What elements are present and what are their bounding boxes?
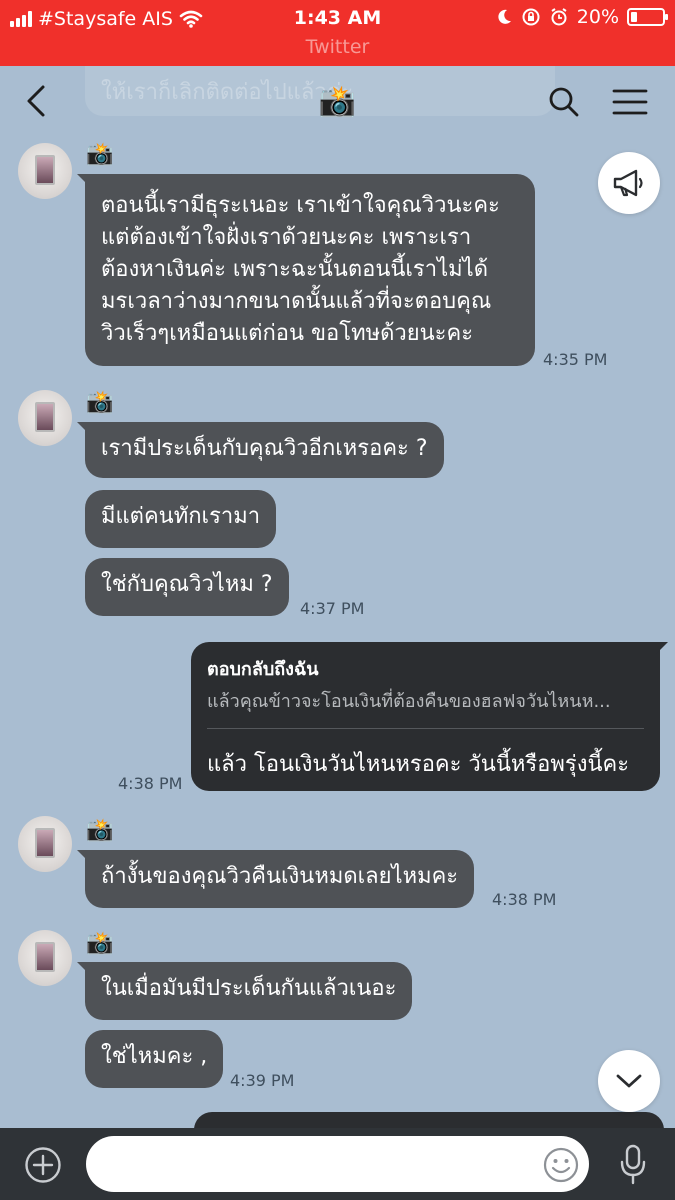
status-bar: #Staysafe AIS 1:43 AM 20% Twitter	[0, 0, 675, 66]
reply-divider	[207, 728, 644, 729]
message-timestamp: 4:39 PM	[230, 1071, 295, 1090]
message-bubble[interactable]: เรามีประเด็นกับคุณวิวอีกเหรอคะ ?	[77, 422, 444, 478]
avatar[interactable]	[18, 143, 72, 199]
chevron-down-icon	[616, 1074, 642, 1088]
avatar[interactable]	[18, 390, 72, 446]
outgoing-reply-bubble[interactable]: ตอบกลับถึงฉัน แล้วคุณข้าวจะโอนเงินที่ต้อ…	[191, 642, 668, 791]
announcement-button[interactable]	[598, 152, 660, 214]
message-bubble[interactable]: ใช่ไหมคะ ,	[85, 1030, 224, 1088]
emoji-button[interactable]	[542, 1146, 580, 1184]
message-input-bar	[0, 1128, 675, 1200]
message-timestamp: 4:37 PM	[300, 599, 365, 618]
message-timestamp: 4:35 PM	[543, 350, 608, 369]
sender-name: 📸	[86, 818, 114, 843]
avatar[interactable]	[18, 816, 72, 872]
quoted-message[interactable]: แล้วคุณข้าวจะโอนเงินที่ต้องคืนของฮลฟจวัน…	[207, 686, 647, 715]
sender-name: 📸	[86, 931, 114, 956]
microphone-icon	[620, 1144, 646, 1185]
sender-name: 📸	[86, 390, 114, 415]
message-list[interactable]: 📸 ตอนนี้เรามีธุระเนอะ เราเข้าใจคุณวิวนะค…	[0, 136, 675, 1128]
message-bubble[interactable]: ตอนนี้เรามีธุระเนอะ เราเข้าใจคุณวิวนะคะ …	[77, 174, 535, 366]
add-attachment-button[interactable]	[24, 1146, 62, 1184]
chat-header: ให้เราก็เลิกติดต่อไปแล้วค่ะ 📸	[0, 66, 675, 136]
rotation-lock-icon	[522, 8, 540, 26]
message-timestamp: 4:38 PM	[118, 774, 183, 793]
message-timestamp: 4:38 PM	[492, 890, 557, 909]
battery-icon	[627, 8, 668, 26]
moon-icon	[498, 9, 511, 24]
menu-button[interactable]	[610, 84, 650, 120]
plus-icon	[25, 1147, 61, 1183]
message-bubble[interactable]: ใช่กับคุณวิวไหม ?	[85, 558, 289, 616]
message-bubble[interactable]: ในเมื่อมันมีประเด็นกันแล้วเนอะ	[76, 962, 413, 1020]
megaphone-icon	[613, 169, 643, 197]
smiley-icon	[543, 1147, 579, 1183]
hamburger-menu-icon	[612, 89, 648, 115]
search-button[interactable]	[546, 84, 582, 120]
message-input[interactable]	[86, 1136, 589, 1192]
status-icons: 20%	[495, 6, 668, 28]
sender-name: 📸	[86, 142, 114, 167]
voice-message-button[interactable]	[618, 1144, 648, 1186]
search-icon	[549, 87, 579, 117]
outgoing-message-partial[interactable]	[194, 1112, 664, 1128]
reply-header: ตอบกลับถึงฉัน	[207, 659, 319, 680]
battery-percent: 20%	[576, 6, 619, 28]
back-to-app-label[interactable]: Twitter	[0, 36, 675, 58]
battery-fill	[631, 12, 637, 22]
message-bubble[interactable]: ถ้างั้นของคุณวิวคืนเงินหมดเลยไหมคะ	[76, 850, 475, 908]
reply-message-text: แล้ว โอนเงินวันไหนหรอคะ วันนี้หรือพรุ่งน…	[207, 752, 630, 777]
message-bubble[interactable]: มีแต่คนทักเรามา	[85, 490, 277, 548]
alarm-icon	[551, 8, 567, 26]
scroll-to-bottom-button[interactable]	[598, 1050, 660, 1112]
avatar[interactable]	[18, 930, 72, 986]
